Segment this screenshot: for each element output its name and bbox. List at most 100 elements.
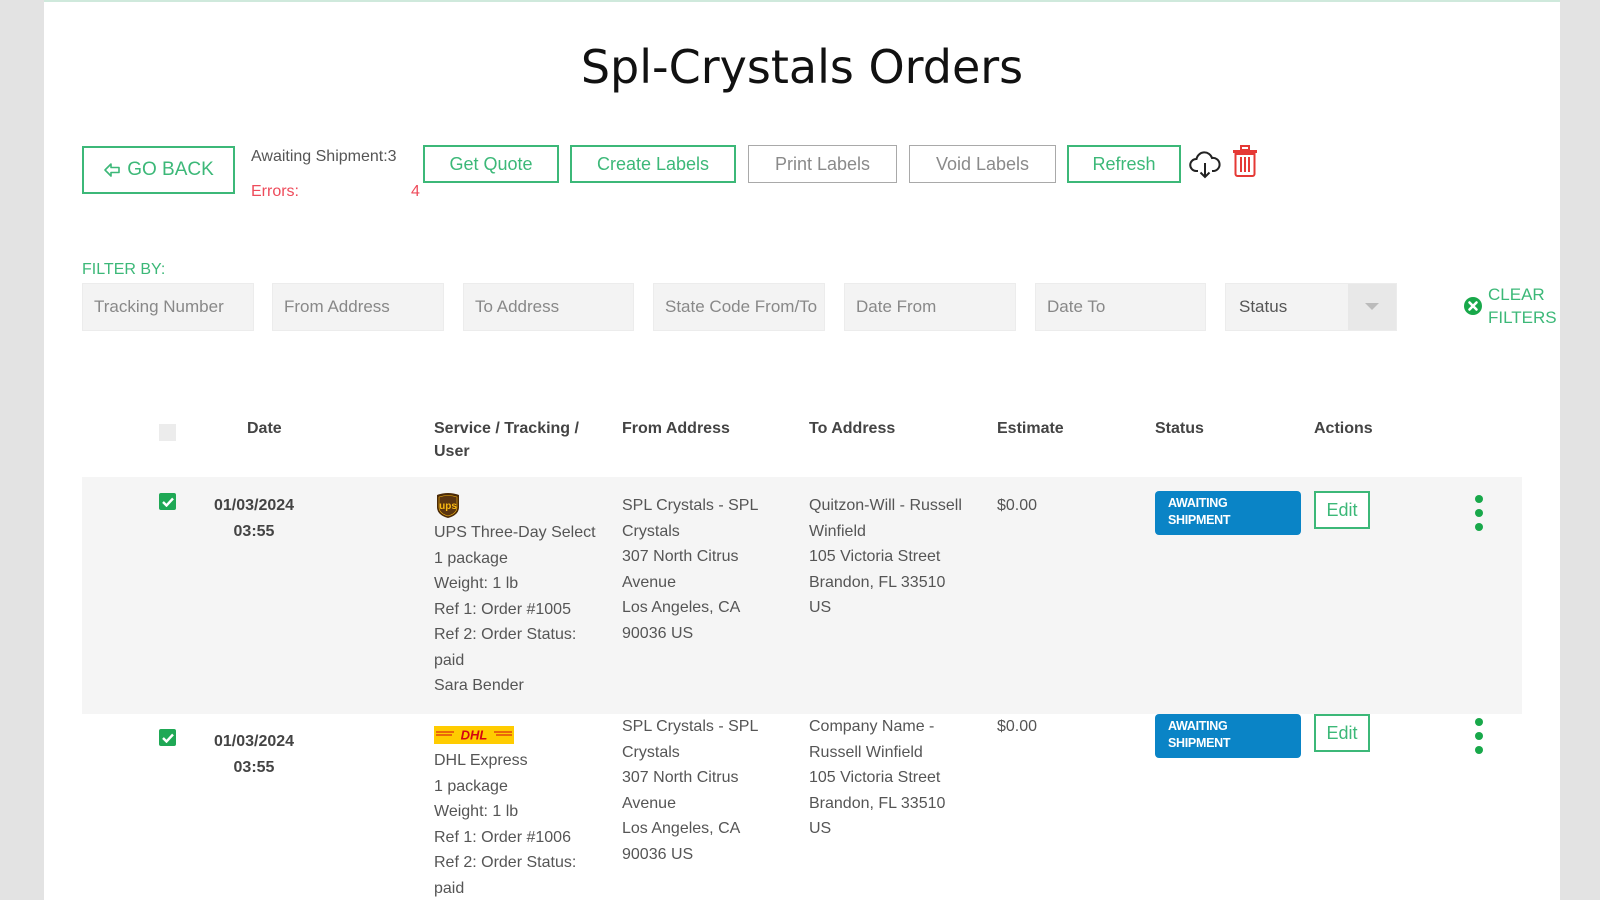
- table-row: 01/03/2024 03:55 DHL DHL Express 1 packa…: [82, 714, 1522, 900]
- header-service-line2: User: [434, 443, 470, 460]
- status-line1: AWAITING: [1168, 496, 1228, 510]
- check-icon: [161, 497, 174, 507]
- state-code-filter[interactable]: State Code From/To: [653, 283, 825, 331]
- table-row: 01/03/2024 03:55 ups UPS Three-Day Selec…: [82, 477, 1522, 714]
- create-labels-button[interactable]: Create Labels: [570, 145, 736, 183]
- to-line: US: [809, 820, 832, 837]
- from-line: Crystals: [622, 743, 680, 761]
- chevron-down-icon: [1348, 284, 1396, 330]
- refresh-button[interactable]: Refresh: [1067, 145, 1181, 183]
- from-address-filter[interactable]: From Address: [272, 283, 444, 331]
- service-cell: ups UPS Three-Day Select 1 package Weigh…: [434, 491, 619, 699]
- to-line: 105 Victoria Street: [809, 548, 941, 565]
- right-gutter: [1560, 0, 1600, 900]
- ref1: Ref 1: Order #1005: [434, 600, 571, 618]
- edit-button[interactable]: Edit: [1314, 491, 1370, 529]
- service-name: DHL Express: [434, 752, 528, 769]
- order-date-day: 01/03/2024: [213, 497, 295, 514]
- date-from-filter[interactable]: Date From: [844, 283, 1016, 331]
- to-line: Brandon, FL 33510: [809, 794, 946, 812]
- edit-button[interactable]: Edit: [1314, 714, 1370, 752]
- orders-page: Spl-Crystals Orders GO BACK Awaiting Shi…: [44, 0, 1560, 900]
- header-to-address: To Address: [809, 420, 896, 437]
- status-badge: AWAITING SHIPMENT: [1155, 714, 1301, 758]
- clear-filters-button[interactable]: CLEAR FILTERS: [1464, 283, 1557, 329]
- print-labels-button[interactable]: Print Labels: [748, 145, 897, 183]
- to-line: US: [809, 599, 832, 616]
- from-line: 307 North Citrus: [622, 548, 739, 565]
- more-options-icon[interactable]: [1473, 495, 1485, 531]
- order-date: 01/03/2024 03:55: [204, 493, 304, 544]
- ref1: Ref 1: Order #1006: [434, 828, 571, 846]
- to-address-cell: Quitzon-Will - Russell Winfield 105 Vict…: [809, 493, 994, 621]
- to-address-cell: Company Name - Russell Winfield 105 Vict…: [809, 714, 994, 842]
- status-badge: AWAITING SHIPMENT: [1155, 491, 1301, 535]
- clear-filters-line1: CLEAR: [1488, 285, 1545, 304]
- to-address-filter[interactable]: To Address: [463, 283, 634, 331]
- cloud-download-icon[interactable]: [1189, 150, 1221, 185]
- ref2: Ref 2: Order Status:: [434, 854, 577, 871]
- ups-logo-icon: ups: [437, 493, 459, 518]
- more-options-icon[interactable]: [1473, 718, 1485, 754]
- status-line1: AWAITING: [1168, 719, 1228, 733]
- date-to-filter[interactable]: Date To: [1035, 283, 1206, 331]
- row-checkbox[interactable]: [159, 493, 176, 510]
- weight: Weight: 1 lb: [434, 575, 519, 592]
- header-service-line1: Service / Tracking /: [434, 420, 579, 437]
- status-line2: SHIPMENT: [1168, 736, 1231, 750]
- filter-by-label: FILTER BY:: [82, 261, 166, 278]
- from-line: 90036 US: [622, 845, 694, 863]
- from-line: SPL Crystals - SPL: [622, 497, 759, 514]
- user-name: Sara Bender: [434, 677, 524, 694]
- ref2: Ref 2: Order Status:: [434, 626, 577, 643]
- order-date: 01/03/2024 03:55: [204, 729, 304, 780]
- from-line: Crystals: [622, 522, 680, 540]
- errors-count: 4: [411, 183, 420, 200]
- from-line: SPL Crystals - SPL: [622, 718, 759, 735]
- ref2-value: paid: [434, 651, 465, 669]
- from-line: 307 North Citrus: [622, 769, 739, 786]
- get-quote-button[interactable]: Get Quote: [423, 145, 559, 183]
- service-name: UPS Three-Day Select: [434, 524, 596, 541]
- header-service: Service / Tracking / User: [434, 417, 579, 463]
- svg-text:ups: ups: [439, 501, 457, 512]
- estimate: $0.00: [997, 718, 1038, 735]
- go-back-label: GO BACK: [127, 159, 214, 180]
- arrow-left-icon: [104, 163, 121, 177]
- clear-filters-line2: FILTERS: [1488, 308, 1557, 327]
- package-count: 1 package: [434, 549, 508, 567]
- header-status: Status: [1155, 420, 1204, 437]
- dhl-logo-icon: DHL: [434, 726, 514, 744]
- header-from-address: From Address: [622, 420, 730, 437]
- order-date-time: 03:55: [233, 758, 275, 776]
- errors-label: Errors:: [251, 183, 299, 200]
- service-cell: DHL DHL Express 1 package Weight: 1 lb R…: [434, 726, 619, 900]
- svg-text:DHL: DHL: [461, 728, 488, 743]
- ref2-value: paid: [434, 879, 465, 897]
- from-address-cell: SPL Crystals - SPL Crystals 307 North Ci…: [622, 493, 802, 646]
- clear-x-icon: [1464, 297, 1482, 315]
- trash-icon[interactable]: [1231, 145, 1259, 182]
- awaiting-shipment-count: Awaiting Shipment:3: [251, 148, 397, 165]
- order-date-day: 01/03/2024: [213, 733, 295, 750]
- header-actions: Actions: [1314, 420, 1373, 437]
- void-labels-button[interactable]: Void Labels: [909, 145, 1056, 183]
- weight: Weight: 1 lb: [434, 803, 519, 820]
- status-line2: SHIPMENT: [1168, 513, 1231, 527]
- row-checkbox[interactable]: [159, 729, 176, 746]
- from-line: 90036 US: [622, 624, 694, 642]
- page-title: Spl-Crystals Orders: [580, 40, 1024, 94]
- to-line: Brandon, FL 33510: [809, 573, 946, 591]
- go-back-button[interactable]: GO BACK: [82, 146, 235, 194]
- status-filter-select[interactable]: Status: [1225, 283, 1397, 331]
- estimate: $0.00: [997, 497, 1038, 514]
- to-line: Winfield: [809, 522, 866, 540]
- check-icon: [161, 733, 174, 743]
- header-estimate: Estimate: [997, 420, 1064, 437]
- tracking-number-filter[interactable]: Tracking Number: [82, 283, 254, 331]
- from-line: Los Angeles, CA: [622, 820, 741, 837]
- to-line: Quitzon-Will - Russell: [809, 497, 962, 514]
- header-date: Date: [247, 420, 282, 437]
- from-address-cell: SPL Crystals - SPL Crystals 307 North Ci…: [622, 714, 802, 867]
- select-all-checkbox[interactable]: [159, 424, 176, 441]
